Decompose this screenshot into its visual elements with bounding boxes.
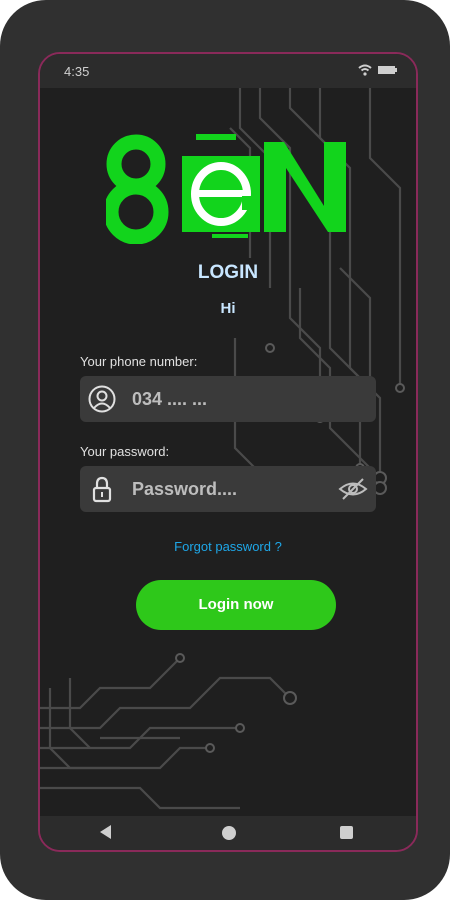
status-time: 4:35 — [64, 64, 90, 79]
lock-icon — [92, 476, 112, 503]
phone-frame: 4:35 LOGIN Hi Your phone number: 034 ...… — [0, 0, 450, 900]
greeting: Hi — [220, 300, 236, 317]
login-button[interactable]: Login now — [136, 580, 336, 630]
password-input[interactable]: Password.... — [132, 479, 237, 500]
navigation-bar — [40, 816, 416, 850]
phone-label: Your phone number: — [80, 354, 198, 369]
eye-off-icon[interactable] — [338, 477, 368, 501]
user-icon — [88, 385, 116, 413]
phone-field[interactable]: 034 .... ... — [80, 376, 376, 422]
phone-input[interactable]: 034 .... ... — [132, 389, 207, 410]
password-field[interactable]: Password.... — [80, 466, 376, 512]
password-label: Your password: — [80, 444, 170, 459]
app-screen: 4:35 LOGIN Hi Your phone number: 034 ...… — [38, 52, 418, 852]
back-icon[interactable] — [100, 825, 111, 839]
brand-logo — [106, 134, 346, 244]
forgot-password-link[interactable]: Forgot password ? — [40, 539, 416, 554]
status-icons — [358, 64, 398, 76]
wifi-icon — [358, 64, 372, 76]
battery-icon — [378, 66, 397, 74]
page-title: LOGIN — [197, 262, 259, 283]
recent-apps-icon[interactable] — [340, 826, 353, 839]
status-bar: 4:35 — [40, 54, 416, 88]
home-icon[interactable] — [222, 826, 236, 840]
